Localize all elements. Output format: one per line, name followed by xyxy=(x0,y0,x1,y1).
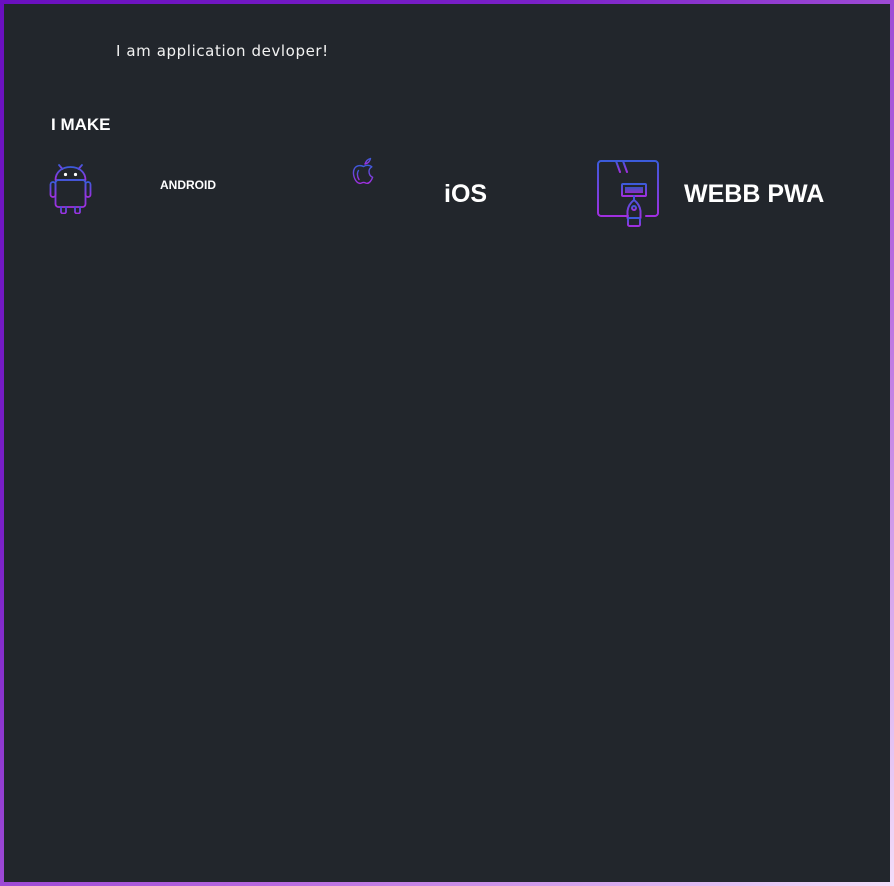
gradient-frame: I am application devloper! I MAKE ANDROI… xyxy=(0,0,894,886)
skills-heading: I MAKE xyxy=(51,115,111,134)
content-panel: I am application devloper! I MAKE ANDROI… xyxy=(4,4,890,882)
skill-label-android: ANDROID xyxy=(160,178,216,192)
android-icon xyxy=(49,164,92,214)
skill-label-web: WEBB PWA xyxy=(684,180,825,208)
skill-label-ios: iOS xyxy=(444,180,488,208)
web-design-icon xyxy=(597,160,659,227)
apple-icon xyxy=(352,157,374,185)
intro-tagline: I am application devloper! xyxy=(116,42,329,60)
